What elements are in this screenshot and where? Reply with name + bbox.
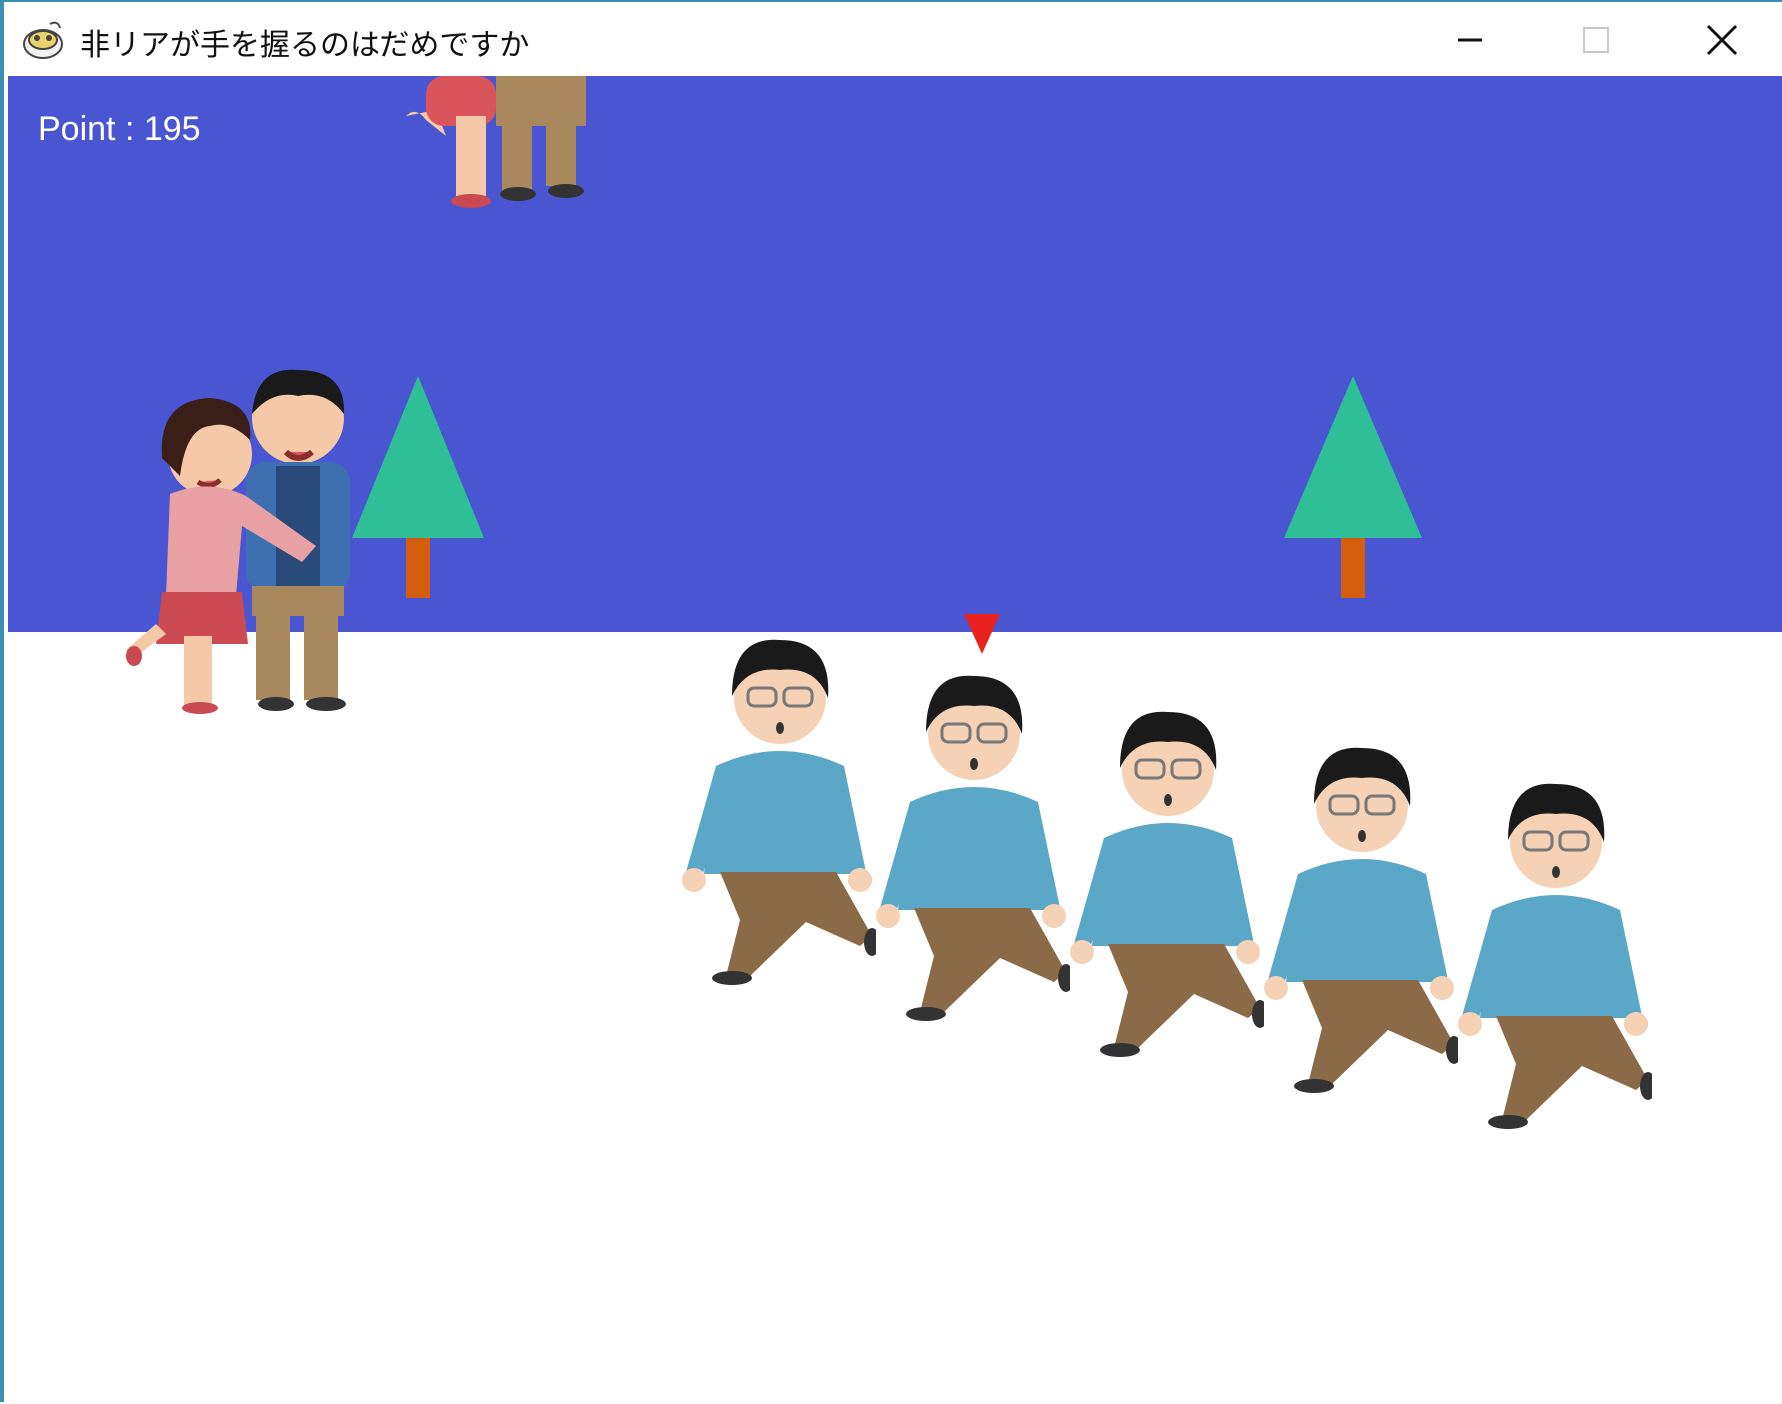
window-title: 非リアが手を握るのはだめですか [80, 28, 530, 63]
tree [352, 376, 484, 598]
boy [876, 675, 1070, 1021]
game-canvas[interactable]: Point : 195 [8, 76, 1782, 1404]
maximize-button[interactable] [1536, 4, 1656, 76]
minimize-icon [1458, 38, 1482, 42]
boy [1264, 747, 1458, 1093]
tree [1284, 376, 1422, 598]
maximize-icon [1583, 27, 1609, 53]
boy [682, 639, 876, 985]
close-icon [1706, 24, 1738, 56]
couple [126, 369, 350, 714]
title-bar[interactable]: 非リアが手を握るのはだめですか [8, 4, 1782, 76]
game-window: 非リアが手を握るのはだめですか Point : 195 [0, 0, 1782, 1404]
close-button[interactable] [1662, 4, 1782, 76]
minimize-button[interactable] [1410, 4, 1530, 76]
boy [1458, 783, 1652, 1129]
couple [406, 76, 586, 208]
app-icon [23, 21, 63, 59]
score-label: Point : 195 [38, 110, 201, 148]
red-triangle-marker [964, 614, 1000, 654]
boy [1070, 711, 1264, 1057]
